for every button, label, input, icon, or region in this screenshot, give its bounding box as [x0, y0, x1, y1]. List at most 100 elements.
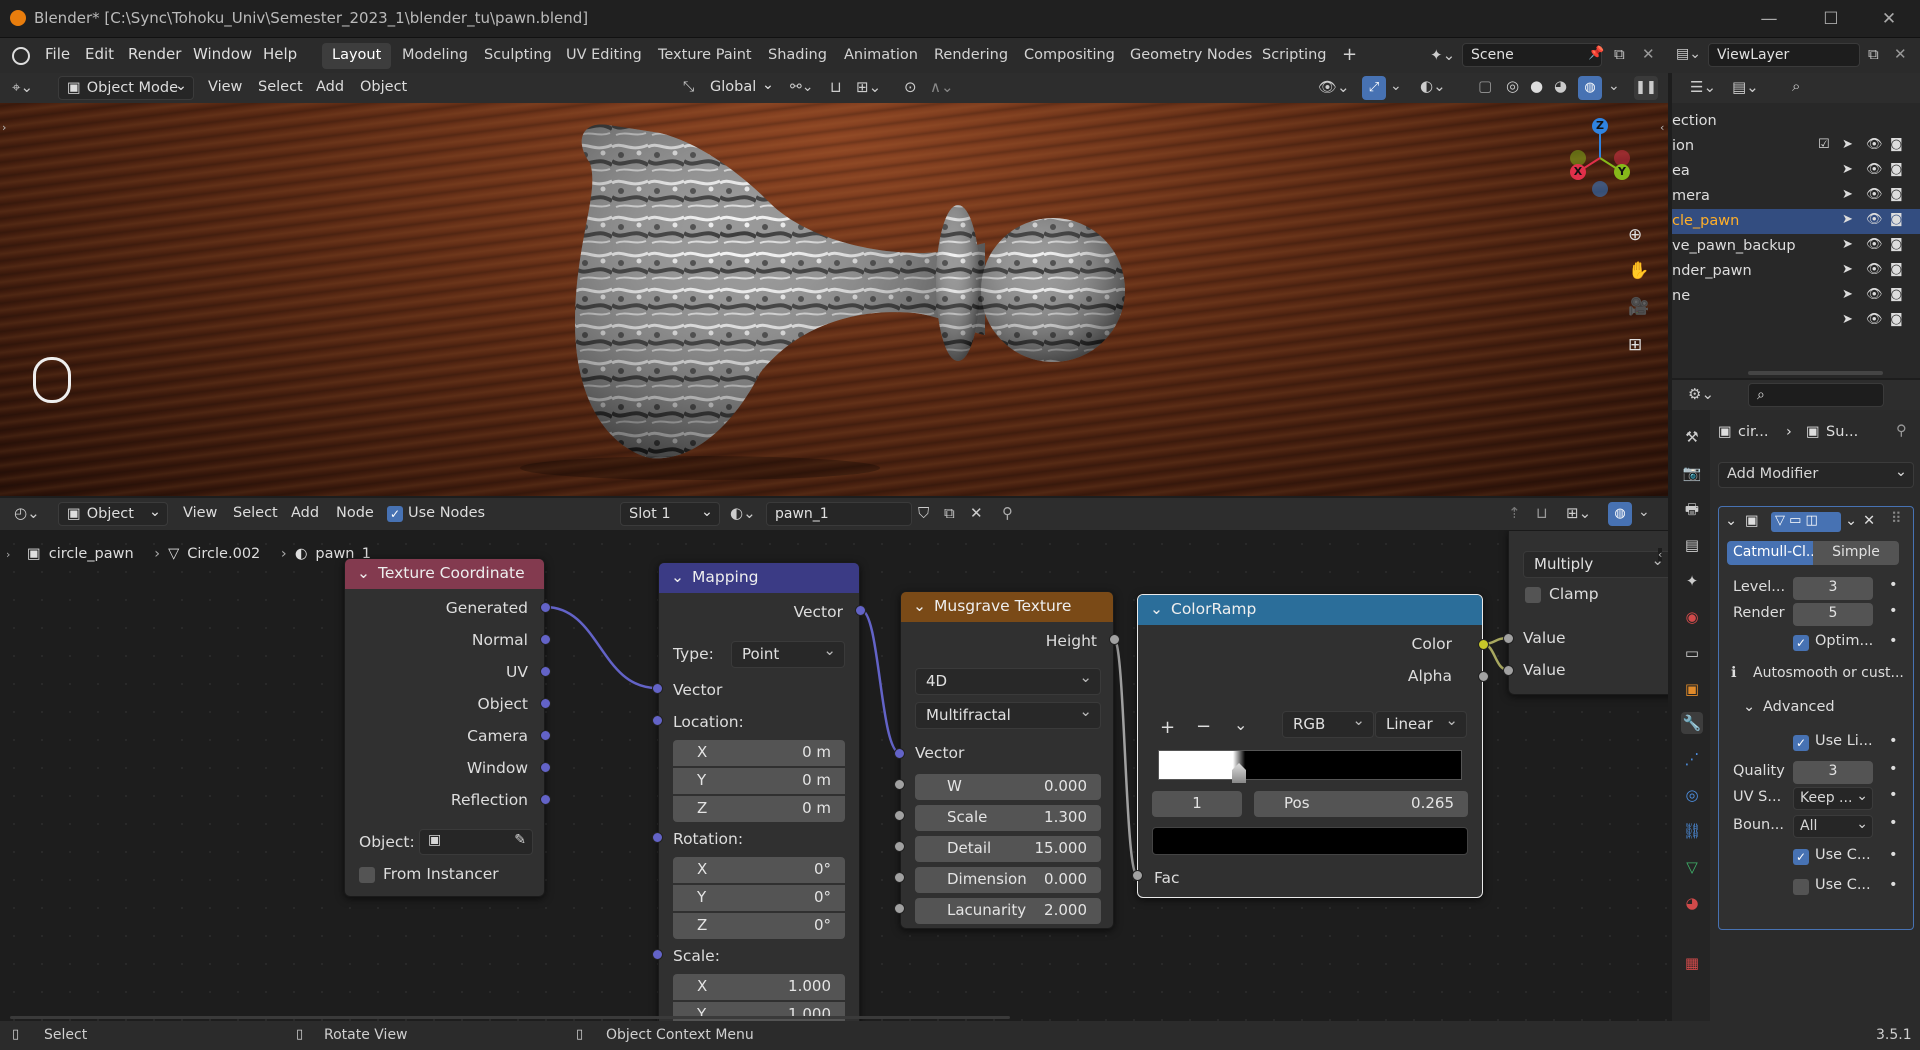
socket-camera[interactable] [540, 730, 551, 741]
material-name-field[interactable]: pawn_1 [766, 502, 912, 526]
eye-icon[interactable]: 👁 [1866, 312, 1883, 327]
texture-coordinate-header[interactable]: ⌄ Texture Coordinate [345, 559, 544, 589]
modifier-drag-handle-icon[interactable]: ⠿ [1891, 511, 1902, 527]
clamp-checkbox[interactable] [1525, 587, 1541, 603]
scene-tab-icon[interactable]: ✦ [1681, 570, 1703, 592]
use-custom-normals-keyframe-icon[interactable]: • [1889, 877, 1898, 893]
uv-smooth-dropdown[interactable]: Keep ... ⌄ [1793, 787, 1873, 810]
boundary-smooth-dropdown[interactable]: All ⌄ [1793, 815, 1873, 838]
modifier-toggles[interactable]: ▽ ▭ ◫ [1771, 512, 1841, 532]
collection-tab-icon[interactable]: ▭ [1681, 642, 1703, 664]
falloff-icon[interactable]: ∧⌄ [930, 78, 954, 96]
pivot-icon[interactable]: ⚯⌄ [790, 79, 813, 95]
socket-alpha-out[interactable] [1478, 671, 1489, 682]
socket-detail-in[interactable] [894, 841, 905, 852]
menu-add[interactable]: Add [308, 76, 352, 100]
node-menu-node[interactable]: Node [328, 502, 382, 526]
camera-render-icon[interactable]: ◙ [1890, 162, 1903, 177]
render-levels-field[interactable]: 5 [1793, 603, 1873, 626]
orientation-dropdown[interactable]: Global ⌄ [702, 76, 778, 100]
lacunarity-field[interactable]: Lacunarity 2.000 [915, 898, 1101, 924]
tab-scripting[interactable]: Scripting [1252, 43, 1336, 69]
wireframe-shading-icon[interactable]: ◎ [1506, 77, 1519, 95]
pin-node-tree-icon[interactable]: ⚲ [1002, 504, 1013, 522]
menu-window[interactable]: Window [193, 45, 252, 63]
snap-target-icon[interactable]: ⊞⌄ [856, 78, 881, 96]
gizmo-dropdown-icon[interactable]: ⌄ [1390, 78, 1402, 94]
node-sidebar-toggle-icon[interactable]: ‹ [1658, 548, 1663, 561]
select-arrow-icon[interactable]: ➤ [1842, 237, 1853, 252]
stop-color-swatch[interactable] [1152, 827, 1468, 855]
outliner-search-icon[interactable]: ⌕ [1792, 77, 1800, 95]
node-menu-view[interactable]: View [175, 502, 225, 526]
levels-viewport-field[interactable]: 3 [1793, 577, 1873, 600]
socket-math-value-2[interactable] [1503, 665, 1514, 676]
rotation-y-field[interactable]: Y 0° [673, 885, 845, 911]
tab-modeling[interactable]: Modeling [392, 43, 478, 69]
display-mode-icon[interactable]: ▤⌄ [1732, 78, 1759, 96]
modifier-collapse-icon[interactable]: ⌄ [1725, 513, 1737, 529]
tab-rendering[interactable]: Rendering [924, 43, 1018, 69]
use-creases-checkbox[interactable]: ✓ [1793, 849, 1809, 865]
tab-shading[interactable]: Shading [758, 43, 837, 69]
constraints-tab-icon[interactable]: ⛓ [1681, 820, 1703, 842]
particles-tab-icon[interactable]: ⋰ [1681, 748, 1703, 770]
mode-dropdown[interactable]: ▣ Object Mode ⌄ [58, 76, 194, 100]
outliner-row[interactable]: mera ➤ 👁 ◙ [1672, 184, 1920, 209]
detail-field[interactable]: Detail 15.000 [915, 836, 1101, 862]
colorramp-node[interactable]: ⌄ColorRamp Color Alpha + − ⌄ RGB Linear … [1137, 594, 1483, 898]
select-arrow-icon[interactable]: ➤ [1842, 137, 1853, 152]
select-arrow-icon[interactable]: ➤ [1842, 212, 1853, 227]
color-mode-dropdown[interactable]: RGB [1282, 711, 1374, 738]
scene-icon[interactable]: ✦⌄ [1430, 46, 1455, 64]
tab-uv-editing[interactable]: UV Editing [556, 43, 652, 69]
texture-tab-icon[interactable]: ▦ [1681, 952, 1703, 974]
camera-render-icon[interactable]: ◙ [1890, 312, 1903, 327]
node-overlay-dropdown-icon[interactable]: ⌄ [1638, 504, 1650, 520]
socket-dimension-in[interactable] [894, 872, 905, 883]
eye-icon[interactable]: 👁 [1866, 137, 1883, 152]
from-instancer-checkbox[interactable] [359, 867, 375, 883]
socket-object[interactable] [540, 698, 551, 709]
socket-normal[interactable] [540, 634, 551, 645]
toolbar-toggle-icon[interactable]: › [2, 121, 6, 134]
musgrave-type-dropdown[interactable]: Multifractal [915, 702, 1101, 729]
properties-editor-type-icon[interactable]: ⚙⌄ [1688, 385, 1714, 403]
use-limit-surface-checkbox[interactable]: ✓ [1793, 735, 1809, 751]
modifier-tab-icon[interactable]: 🔧 [1681, 712, 1703, 734]
rotation-x-field[interactable]: X 0° [673, 857, 845, 883]
object-tab-icon[interactable]: ▣ [1681, 678, 1703, 700]
mapping-header[interactable]: ⌄ Mapping [659, 563, 859, 593]
location-z-field[interactable]: Z 0 m [673, 796, 845, 822]
node-snap-icon[interactable]: ⊔ [1536, 504, 1548, 522]
musgrave-header[interactable]: ⌄ Musgrave Texture [901, 592, 1113, 622]
node-menu-select[interactable]: Select [225, 502, 286, 526]
camera-view-icon[interactable]: 🎥 [1628, 297, 1649, 317]
eye-icon[interactable]: 👁 [1866, 187, 1883, 202]
eye-icon[interactable]: 👁 [1866, 237, 1883, 252]
output-tab-icon[interactable]: 🖶 [1681, 498, 1703, 520]
blender-menu-icon[interactable] [12, 47, 30, 65]
select-arrow-icon[interactable]: ➤ [1842, 287, 1853, 302]
dimension-field[interactable]: Dimension 0.000 [915, 867, 1101, 893]
select-arrow-icon[interactable]: ➤ [1842, 187, 1853, 202]
add-modifier-dropdown[interactable]: Add Modifier ⌄ [1718, 462, 1914, 488]
outliner-row[interactable]: cle_pawn ➤ 👁 ◙ [1672, 209, 1920, 234]
viewlayer-icon[interactable]: ▤⌄ [1676, 46, 1701, 62]
outliner-row[interactable]: ne ➤ 👁 ◙ [1672, 284, 1920, 309]
socket-location[interactable] [652, 715, 663, 726]
math-operation-dropdown[interactable]: Multiply [1523, 551, 1668, 578]
node-editor-type-icon[interactable]: ◴⌄ [14, 504, 40, 522]
ramp-menu-icon[interactable]: ⌄ [1234, 715, 1247, 734]
slot-dropdown[interactable]: Slot 1 ⌄ [620, 502, 720, 526]
camera-render-icon[interactable]: ◙ [1890, 237, 1903, 252]
outliner-editor-type-icon[interactable]: ☰⌄ [1690, 78, 1716, 96]
eye-icon[interactable]: 👁 [1866, 262, 1883, 277]
outliner-row[interactable]: ea ➤ 👁 ◙ [1672, 159, 1920, 184]
remove-viewlayer-icon[interactable]: ✕ [1894, 45, 1907, 63]
duplicate-material-icon[interactable]: ⧉ [944, 504, 955, 522]
menu-file[interactable]: File [45, 45, 70, 63]
physics-tab-icon[interactable]: ◎ [1681, 784, 1703, 806]
node-editor-scrollbar[interactable] [10, 1016, 1010, 1019]
tab-texture-paint[interactable]: Texture Paint [648, 43, 762, 69]
